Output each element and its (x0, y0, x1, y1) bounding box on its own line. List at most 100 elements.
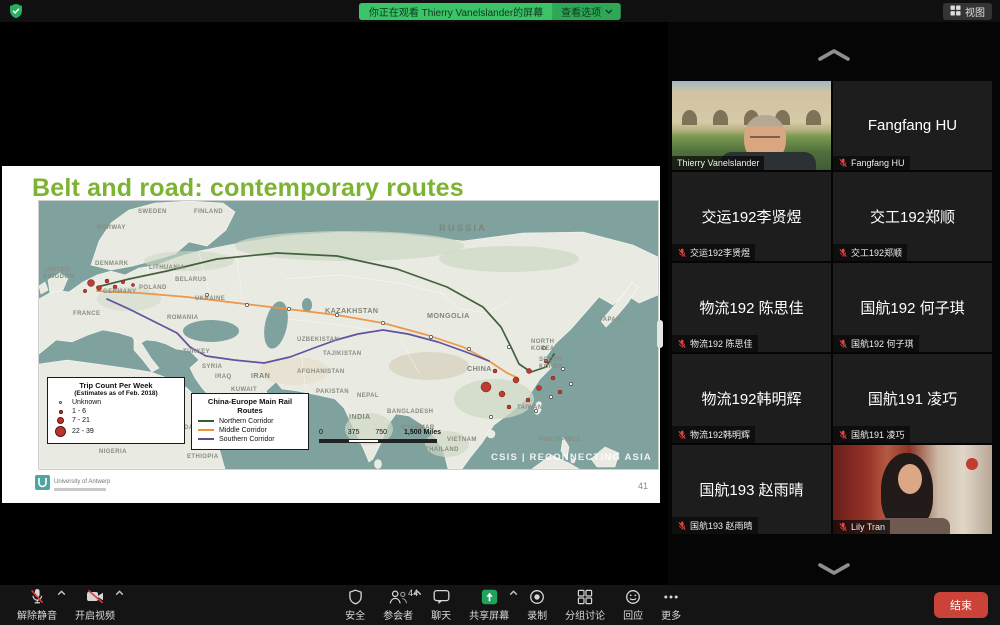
panel-resize-handle[interactable] (657, 320, 663, 348)
viewing-text: 你正在观看 Thierry Vanelslander的屏幕 (359, 3, 553, 20)
screen-viewing-banner: 你正在观看 Thierry Vanelslander的屏幕 查看选项 (359, 3, 621, 20)
scroll-up-button[interactable] (814, 46, 854, 67)
participant-name-label: Thierry Vanelslander (672, 156, 764, 170)
legend-label: Southern Corridor (219, 436, 275, 443)
chevron-up-icon[interactable] (57, 588, 66, 599)
map-country-label: UZBEKISTAN (297, 337, 339, 343)
map-country-label: IRAQ (215, 374, 232, 380)
participant-tile[interactable]: 物流192韩明辉物流192韩明辉 (672, 354, 831, 443)
map-country-label: TURKEY (183, 349, 210, 355)
participant-name-text: Lily Tran (851, 522, 885, 532)
legend-item: Unknown (54, 399, 178, 406)
muted-mic-icon (838, 522, 848, 532)
red-lantern (966, 458, 978, 470)
unmute-button[interactable]: 解除静音 (8, 585, 66, 625)
route-color-swatch (198, 429, 214, 431)
map-country-label: ETHIOPIA (187, 454, 219, 460)
participant-tile[interactable]: Thierry Vanelslander (672, 81, 831, 170)
map-country-label: RUSSIA (439, 223, 487, 234)
participant-name-text: Fangfang HU (851, 158, 905, 168)
participant-name-label: Lily Tran (833, 520, 890, 534)
encryption-shield-icon[interactable] (8, 3, 24, 19)
record-icon (529, 588, 545, 605)
participant-tile[interactable]: 国航191 凌巧国航191 凌巧 (833, 354, 992, 443)
muted-mic-icon (677, 248, 687, 258)
map-figure: SWEDENFINLANDNORWAYRUSSIADENMARKLITHUANI… (38, 200, 659, 470)
muted-mic-icon (677, 521, 687, 531)
trip-marker-filled (526, 398, 530, 402)
start-video-button[interactable]: 开启视频 (66, 585, 124, 625)
map-country-label: MONGOLIA (427, 311, 470, 320)
scroll-down-button[interactable] (814, 560, 854, 581)
participant-tile[interactable]: 交运192李贤煜交运192李贤煜 (672, 172, 831, 261)
microphone-muted-icon (29, 588, 45, 605)
share-screen-button[interactable]: 共享屏幕 (460, 585, 518, 625)
scale-bar-segments (319, 439, 437, 443)
map-country-label: PHILIPPINES (539, 437, 581, 443)
map-country-label: SYRIA (202, 364, 223, 370)
participant-tile[interactable]: 国航193 赵雨晴国航193 赵雨晴 (672, 445, 831, 534)
map-country-label: TAIWAN (517, 405, 543, 411)
map-country-label: LITHUANIA (149, 265, 185, 271)
map-country-label: UNITED (45, 267, 70, 273)
chevron-up-icon[interactable] (115, 588, 124, 599)
scale-miles-label: 1,500 Miles (404, 429, 441, 436)
participant-name-text: 物流192韩明辉 (690, 428, 750, 441)
participant-tile[interactable]: 国航192 何子琪国航192 何子琪 (833, 263, 992, 352)
meeting-toolbar: 解除静音 开启视频 安全 44 参会者 聊天 共享屏幕 (0, 585, 1000, 625)
trip-marker-open (549, 395, 552, 398)
trip-count-symbol (59, 410, 63, 414)
trip-marker-filled (105, 279, 109, 283)
trip-marker-filled (499, 391, 505, 397)
end-meeting-button[interactable]: 结束 (934, 592, 988, 618)
share-screen-icon (481, 588, 498, 605)
participants-button[interactable]: 44 参会者 (374, 585, 422, 625)
view-layout-button[interactable]: 视图 (943, 3, 992, 20)
participant-name-text: 国航192 何子琪 (851, 337, 914, 350)
trip-marker-open (287, 307, 290, 310)
map-country-label: VIETNAM (447, 437, 477, 443)
participants-panel: Thierry Vanelslander Fangfang HUFangfang … (668, 22, 1000, 585)
legend-item: Northern Corridor (198, 418, 302, 425)
legend-label: 7 - 21 (72, 417, 90, 424)
participant-name-label: Fangfang HU (833, 156, 910, 170)
chevron-down-icon (816, 564, 852, 579)
muted-mic-icon (838, 430, 848, 440)
participant-tile[interactable]: 物流192 陈思佳物流192 陈思佳 (672, 263, 831, 352)
legend-item: 22 - 39 (54, 426, 178, 437)
participant-tile[interactable]: Fangfang HUFangfang HU (833, 81, 992, 170)
trip-marker-open (507, 345, 510, 348)
map-country-label: IRAN (251, 371, 270, 380)
participant-name-label: 国航191 凌巧 (833, 426, 910, 443)
start-video-label: 开启视频 (75, 607, 115, 622)
chevron-down-icon (605, 6, 613, 17)
map-country-label: NEPAL (357, 393, 379, 399)
trip-marker-filled (121, 280, 125, 284)
more-button[interactable]: 更多 (652, 585, 690, 625)
map-country-label: PAKISTAN (316, 389, 349, 395)
map-country-label: AFGHANISTAN (297, 369, 345, 375)
record-button[interactable]: 录制 (518, 585, 556, 625)
chat-label: 聊天 (431, 607, 451, 622)
map-country-label: JAPAN (599, 317, 621, 323)
reactions-button[interactable]: 回应 (614, 585, 652, 625)
participants-icon (388, 588, 409, 605)
scale-tick: 375 (348, 429, 360, 436)
map-country-label: KOREA (531, 346, 555, 352)
chevron-up-icon[interactable] (509, 588, 518, 599)
legend-label: Middle Corridor (219, 427, 267, 434)
participant-tile[interactable]: Lily Tran (833, 445, 992, 534)
security-button[interactable]: 安全 (336, 585, 374, 625)
breakout-rooms-button[interactable]: 分组讨论 (556, 585, 614, 625)
map-country-label: POLAND (139, 285, 167, 291)
chevron-up-icon[interactable] (413, 588, 422, 599)
chat-button[interactable]: 聊天 (422, 585, 460, 625)
legend-label: Northern Corridor (219, 418, 273, 425)
legend-subtitle: (Estimates as of Feb. 2018) (54, 390, 178, 397)
scale-tick: 750 (375, 429, 387, 436)
trip-marker-filled (97, 286, 102, 291)
view-options-button[interactable]: 查看选项 (553, 3, 621, 20)
trip-marker-filled (88, 280, 95, 287)
trip-marker-open (467, 347, 470, 350)
participant-tile[interactable]: 交工192郑顺交工192郑顺 (833, 172, 992, 261)
